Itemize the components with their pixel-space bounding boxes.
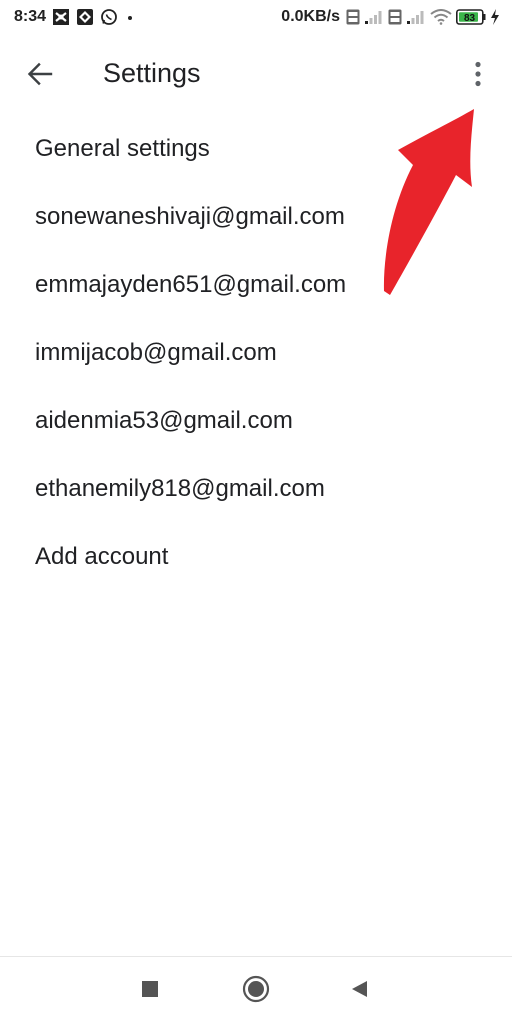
more-options-button[interactable]	[458, 54, 498, 98]
arrow-back-icon	[27, 61, 53, 92]
back-triangle-icon	[350, 979, 370, 1004]
general-settings-item[interactable]: General settings	[0, 115, 512, 183]
signal-icon-2	[406, 9, 426, 25]
settings-list: General settings sonewaneshivaji@gmail.c…	[0, 115, 512, 591]
status-right: 0.0KB/s 83	[281, 8, 500, 26]
page-title: Settings	[103, 58, 201, 88]
charging-icon	[490, 9, 500, 25]
volte-icon-2	[388, 9, 402, 25]
status-left: 8:34	[14, 8, 136, 26]
battery-level: 83	[464, 13, 476, 24]
nav-back-button[interactable]	[344, 975, 376, 1007]
status-time: 8:34	[14, 8, 47, 25]
account-item[interactable]: ethanemily818@gmail.com	[0, 455, 512, 523]
signal-icon	[364, 9, 384, 25]
recents-square-icon	[141, 980, 159, 1003]
add-account-item[interactable]: Add account	[0, 523, 512, 591]
app-bar: Settings	[0, 44, 512, 106]
battery-icon: 83	[456, 9, 486, 25]
dot-icon	[124, 8, 136, 26]
photos-icon	[76, 8, 94, 26]
more-vert-icon	[474, 61, 482, 92]
screen: 8:34 0.0KB/s 83 Settings General setting…	[0, 0, 512, 1024]
account-item[interactable]: immijacob@gmail.com	[0, 319, 512, 387]
home-button[interactable]	[240, 975, 272, 1007]
net-speed: 0.0KB/s	[281, 8, 340, 25]
back-button[interactable]	[20, 56, 60, 96]
volte-icon	[346, 9, 360, 25]
navigation-bar	[0, 956, 512, 1024]
status-bar: 8:34 0.0KB/s 83	[0, 0, 512, 36]
wifi-icon	[430, 9, 452, 25]
app-notification-icon	[52, 8, 70, 26]
recents-button[interactable]	[134, 975, 166, 1007]
account-item[interactable]: emmajayden651@gmail.com	[0, 251, 512, 319]
account-item[interactable]: aidenmia53@gmail.com	[0, 387, 512, 455]
account-item[interactable]: sonewaneshivaji@gmail.com	[0, 183, 512, 251]
whatsapp-icon	[100, 8, 118, 26]
home-circle-icon	[242, 975, 270, 1008]
